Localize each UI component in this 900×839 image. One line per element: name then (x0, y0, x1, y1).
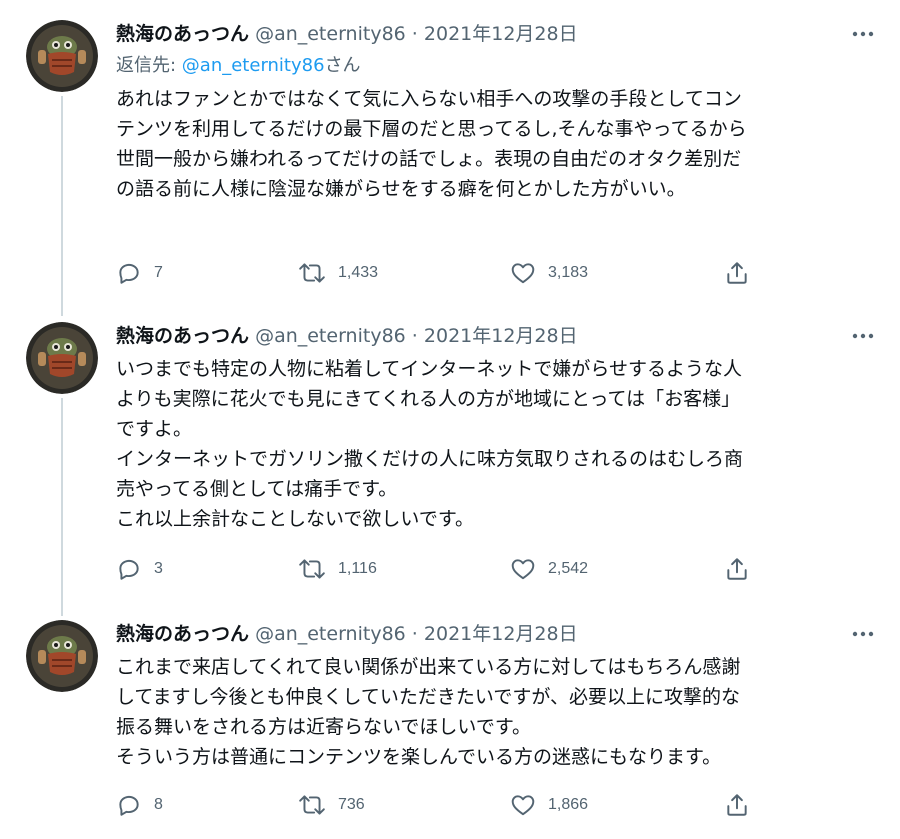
like-button[interactable]: 2,542 (510, 554, 588, 584)
tweet-text-line: あれはファンとかではなくて気に入らない相手への攻撃の手段としてコン (116, 88, 742, 110)
avatar[interactable] (26, 322, 98, 394)
tweet-text-line: 世間一般から嫌われるってだけの話でしょ。表現の自由だのオタク差別だ (116, 148, 742, 170)
tweet-text-line: 売やってる側としては痛手です。 (116, 478, 398, 500)
like-count: 2,542 (548, 560, 589, 577)
heart-icon (511, 795, 535, 816)
retweet-count: 1,433 (338, 264, 379, 281)
tweet-text-line: そういう方は普通にコンテンツを楽しんでいる方の迷惑にもなります。 (116, 746, 722, 768)
retweet-count: 1,116 (338, 560, 377, 577)
tweet-date[interactable]: 2021年12月28日 (424, 23, 578, 45)
display-name[interactable]: 熱海のあっつん (116, 623, 249, 645)
share-icon (727, 558, 747, 580)
reply-icon (119, 559, 139, 580)
retweet-icon (299, 263, 325, 283)
tweet-text-line: インターネットでガソリン撒くだけの人に味方気取りされるのはむしろ商 (116, 448, 744, 470)
thread-line (61, 398, 63, 616)
retweet-count: 736 (338, 796, 365, 813)
tweet-text-line: いつまでも特定の人物に粘着してインターネットで嫌がらせするような人 (116, 358, 743, 380)
avatar[interactable] (26, 620, 98, 692)
share-icon (727, 794, 747, 816)
tweet-2[interactable]: 熱海のあっつん @an_eternity86 · 2021年12月28日 いつま… (0, 322, 900, 616)
retweet-icon (299, 795, 325, 815)
retweet-button[interactable]: 1,433 (298, 258, 378, 288)
more-icon[interactable] (852, 626, 874, 642)
tweet-date[interactable]: 2021年12月28日 (424, 623, 578, 645)
more-icon[interactable] (852, 26, 874, 42)
user-handle[interactable]: @an_eternity86 (255, 623, 406, 645)
reply-button[interactable]: 8 (116, 790, 163, 820)
tweet-3[interactable]: 熱海のあっつん @an_eternity86 · 2021年12月28日 これま… (0, 620, 900, 835)
tweet-text-line: してますし今後とも仲良くしていただきたいですが、必要以上に攻撃的な (116, 686, 740, 708)
share-button[interactable] (724, 790, 750, 820)
like-count: 3,183 (548, 264, 589, 281)
separator-dot: · (411, 325, 418, 347)
separator-dot: · (411, 23, 418, 45)
retweet-button[interactable]: 736 (298, 790, 365, 820)
display-name[interactable]: 熱海のあっつん (116, 23, 249, 45)
tweet-1[interactable]: 熱海のあっつん @an_eternity86 · 2021年12月28日 返信先… (0, 20, 900, 316)
retweet-icon (299, 559, 325, 579)
tweet-text: これまで来店してくれて良い関係が出来ている方に対してはもちろん感謝 してますし今… (116, 652, 876, 772)
user-handle[interactable]: @an_eternity86 (255, 325, 406, 347)
tweet-text: あれはファンとかではなくて気に入らない相手への攻撃の手段としてコン テンツを利用… (116, 84, 876, 204)
tweet-text: いつまでも特定の人物に粘着してインターネットで嫌がらせするような人 よりも実際に… (116, 354, 876, 534)
tweet-text-line: の語る前に人様に陰湿な嫌がらせをする癖を何とかした方がいい。 (116, 178, 686, 200)
tweet-text-line: これ以上余計なことしないで欲しいです。 (116, 508, 474, 530)
action-bar: 3 1,116 2,542 (116, 554, 756, 584)
reply-context: 返信先: @an_eternity86さん (116, 52, 876, 80)
tweet-text-line: 振る舞いをされる方は近寄らないでほしいです。 (116, 716, 531, 738)
tweet-header: 熱海のあっつん @an_eternity86 · 2021年12月28日 (116, 20, 876, 48)
share-icon (727, 262, 747, 284)
heart-icon (511, 559, 535, 580)
reply-icon (119, 263, 139, 284)
share-button[interactable] (724, 554, 750, 584)
reply-count: 8 (154, 796, 163, 813)
action-bar: 8 736 1,866 (116, 790, 756, 820)
tweet-date[interactable]: 2021年12月28日 (424, 325, 578, 347)
like-button[interactable]: 3,183 (510, 258, 588, 288)
more-icon[interactable] (852, 328, 874, 344)
tweet-text-line: ですよ。 (116, 418, 193, 440)
share-button[interactable] (724, 258, 750, 288)
tweet-header: 熱海のあっつん @an_eternity86 · 2021年12月28日 (116, 322, 876, 350)
avatar[interactable] (26, 20, 98, 92)
reply-icon (119, 795, 139, 816)
tweet-text-line: これまで来店してくれて良い関係が出来ている方に対してはもちろん感謝 (116, 656, 741, 678)
tweet-text-line: よりも実際に花火でも見にきてくれる人の方が地域にとっては「お客様」 (116, 388, 741, 410)
separator-dot: · (411, 623, 418, 645)
reply-mention-link[interactable]: @an_eternity86 (182, 55, 325, 76)
user-handle[interactable]: @an_eternity86 (255, 23, 406, 45)
like-button[interactable]: 1,866 (510, 790, 588, 820)
reply-button[interactable]: 3 (116, 554, 163, 584)
reply-count: 3 (154, 560, 163, 577)
display-name[interactable]: 熱海のあっつん (116, 325, 249, 347)
like-count: 1,866 (548, 796, 589, 813)
reply-count: 7 (154, 264, 163, 281)
reply-prefix: 返信先: (116, 55, 182, 76)
heart-icon (511, 263, 535, 284)
reply-button[interactable]: 7 (116, 258, 163, 288)
reply-suffix: さん (324, 55, 361, 76)
thread-line (61, 96, 63, 316)
retweet-button[interactable]: 1,116 (298, 554, 377, 584)
tweet-text-line: テンツを利用してるだけの最下層のだと思ってるし,そんな事やってるから (116, 118, 747, 140)
tweet-header: 熱海のあっつん @an_eternity86 · 2021年12月28日 (116, 620, 876, 648)
action-bar: 7 1,433 3,183 (116, 258, 756, 288)
